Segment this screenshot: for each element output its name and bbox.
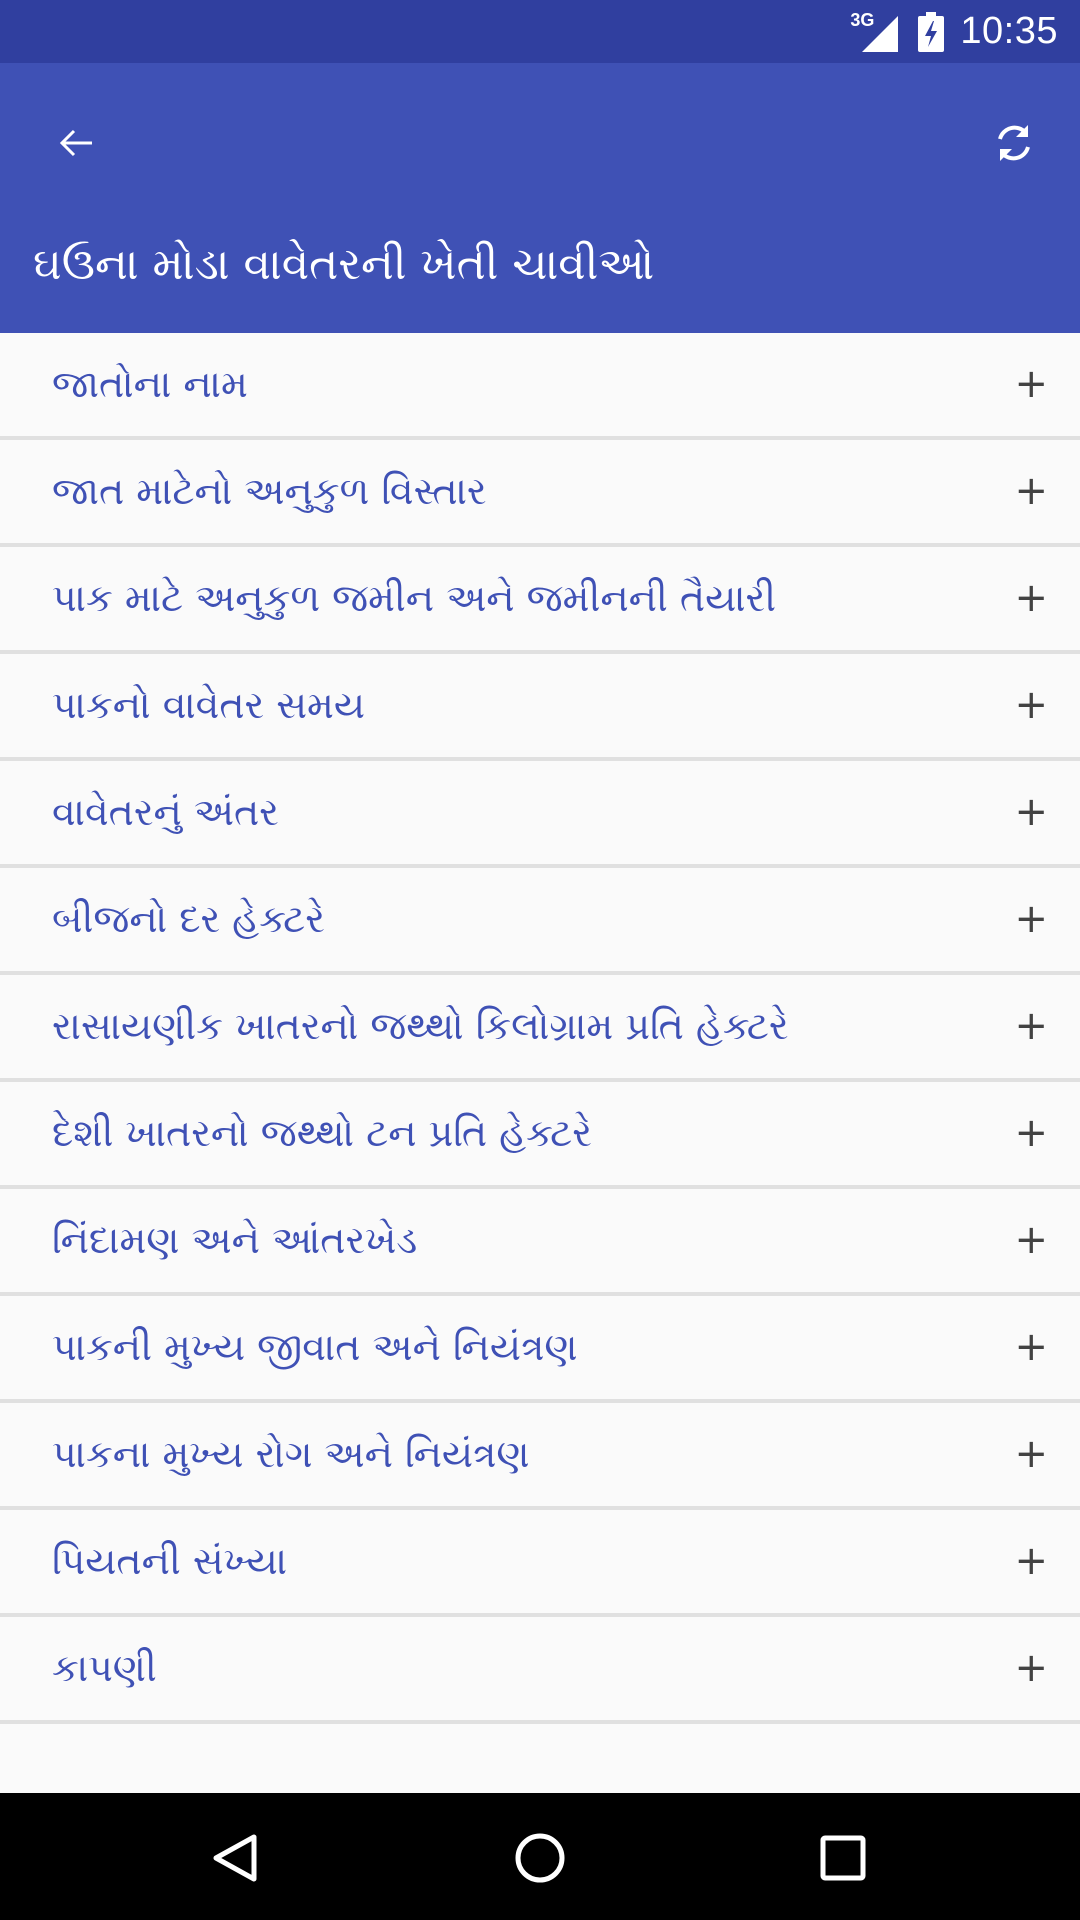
expand-icon[interactable]: +: [1014, 1296, 1048, 1399]
battery-icon: [918, 11, 945, 52]
app-bar: ઘઉના મોડા વાવેતરની ખેતી ચાવીઓ: [0, 63, 1080, 333]
status-icons: 3G 10:35: [850, 0, 1058, 63]
expand-icon[interactable]: +: [1014, 1403, 1048, 1506]
list-item-label: જાત માટેનો અનુકુળ વિસ્તાર: [52, 469, 487, 513]
nav-home-button[interactable]: [495, 1813, 585, 1903]
list-item[interactable]: કાપણી +: [0, 1617, 1080, 1724]
list-item-label: પાક માટે અનુકુળ જમીન અને જમીનની તૈયારી: [52, 576, 777, 620]
list-item-label: રાસાયણીક ખાતરનો જથ્થો કિલોગ્રામ પ્રતિ હે…: [52, 1004, 789, 1048]
list-item-partial[interactable]: [0, 1724, 1080, 1793]
expand-icon[interactable]: +: [1014, 1510, 1048, 1613]
list-item-label: વાવેતરનું અંતર: [52, 790, 279, 834]
arrow-left-icon: [59, 129, 92, 157]
list-item-label: પાકના મુખ્ય રોગ અને નિયંત્રણ: [52, 1432, 530, 1476]
expand-icon[interactable]: +: [1014, 1189, 1048, 1292]
expand-icon[interactable]: +: [1014, 975, 1048, 1078]
expand-icon[interactable]: +: [1014, 761, 1048, 864]
signal-icon: 3G: [850, 10, 902, 52]
list-item[interactable]: જાતોના નામ +: [0, 333, 1080, 440]
expand-icon[interactable]: +: [1014, 547, 1048, 650]
back-button[interactable]: [40, 107, 112, 179]
list-item-label: નિંદામણ અને આંતરખેડ: [52, 1218, 418, 1262]
clock: 10:35: [960, 10, 1058, 52]
list-item-label: કાપણી: [52, 1646, 157, 1690]
list-item[interactable]: બીજનો દર હેક્ટરે +: [0, 868, 1080, 975]
nav-back-icon: [213, 1834, 257, 1882]
expand-icon[interactable]: +: [1014, 1082, 1048, 1185]
list-item[interactable]: પાકના મુખ્ય રોગ અને નિયંત્રણ +: [0, 1403, 1080, 1510]
list-item[interactable]: વાવેતરનું અંતર +: [0, 761, 1080, 868]
list-item[interactable]: દેશી ખાતરનો જથ્થો ટન પ્રતિ હેક્ટરે +: [0, 1082, 1080, 1189]
refresh-icon: [998, 125, 1030, 161]
list-item-label: પાકની મુખ્ય જીવાત અને નિયંત્રણ: [52, 1325, 578, 1369]
page-title: ઘઉના મોડા વાવેતરની ખેતી ચાવીઓ: [33, 239, 655, 290]
list-item[interactable]: પાકનો વાવેતર સમય +: [0, 654, 1080, 761]
topic-list: જાતોના નામ + જાત માટેનો અનુકુળ વિસ્તાર +…: [0, 333, 1080, 1793]
expand-icon[interactable]: +: [1014, 654, 1048, 757]
list-item[interactable]: પાક માટે અનુકુળ જમીન અને જમીનની તૈયારી +: [0, 547, 1080, 654]
nav-recents-icon: [820, 1835, 866, 1881]
expand-icon[interactable]: +: [1014, 440, 1048, 543]
nav-back-button[interactable]: [190, 1813, 280, 1903]
list-item[interactable]: રાસાયણીક ખાતરનો જથ્થો કિલોગ્રામ પ્રતિ હે…: [0, 975, 1080, 1082]
screen: 3G 10:35 ઘઉના મોડા વાવેતરની ખેતી ચાવીઓ જ…: [0, 0, 1080, 1920]
status-bar: 3G 10:35: [0, 0, 1080, 63]
list-item-label: જાતોના નામ: [52, 362, 248, 406]
navigation-bar: [0, 1793, 1080, 1920]
expand-icon[interactable]: +: [1014, 1617, 1048, 1720]
refresh-button[interactable]: [978, 107, 1050, 179]
list-item[interactable]: જાત માટેનો અનુકુળ વિસ્તાર +: [0, 440, 1080, 547]
nav-home-icon: [515, 1833, 565, 1883]
list-item[interactable]: નિંદામણ અને આંતરખેડ +: [0, 1189, 1080, 1296]
list-item[interactable]: પિયતની સંખ્યા +: [0, 1510, 1080, 1617]
list-item-label: પિયતની સંખ્યા: [52, 1539, 288, 1583]
expand-icon[interactable]: +: [1014, 868, 1048, 971]
list-item-label: બીજનો દર હેક્ટરે: [52, 897, 325, 941]
nav-recents-button[interactable]: [798, 1813, 888, 1903]
list-item-label: પાકનો વાવેતર સમય: [52, 683, 365, 727]
list-item[interactable]: પાકની મુખ્ય જીવાત અને નિયંત્રણ +: [0, 1296, 1080, 1403]
expand-icon[interactable]: +: [1014, 333, 1048, 436]
list-item-label: દેશી ખાતરનો જથ્થો ટન પ્રતિ હેક્ટરે: [52, 1111, 592, 1155]
